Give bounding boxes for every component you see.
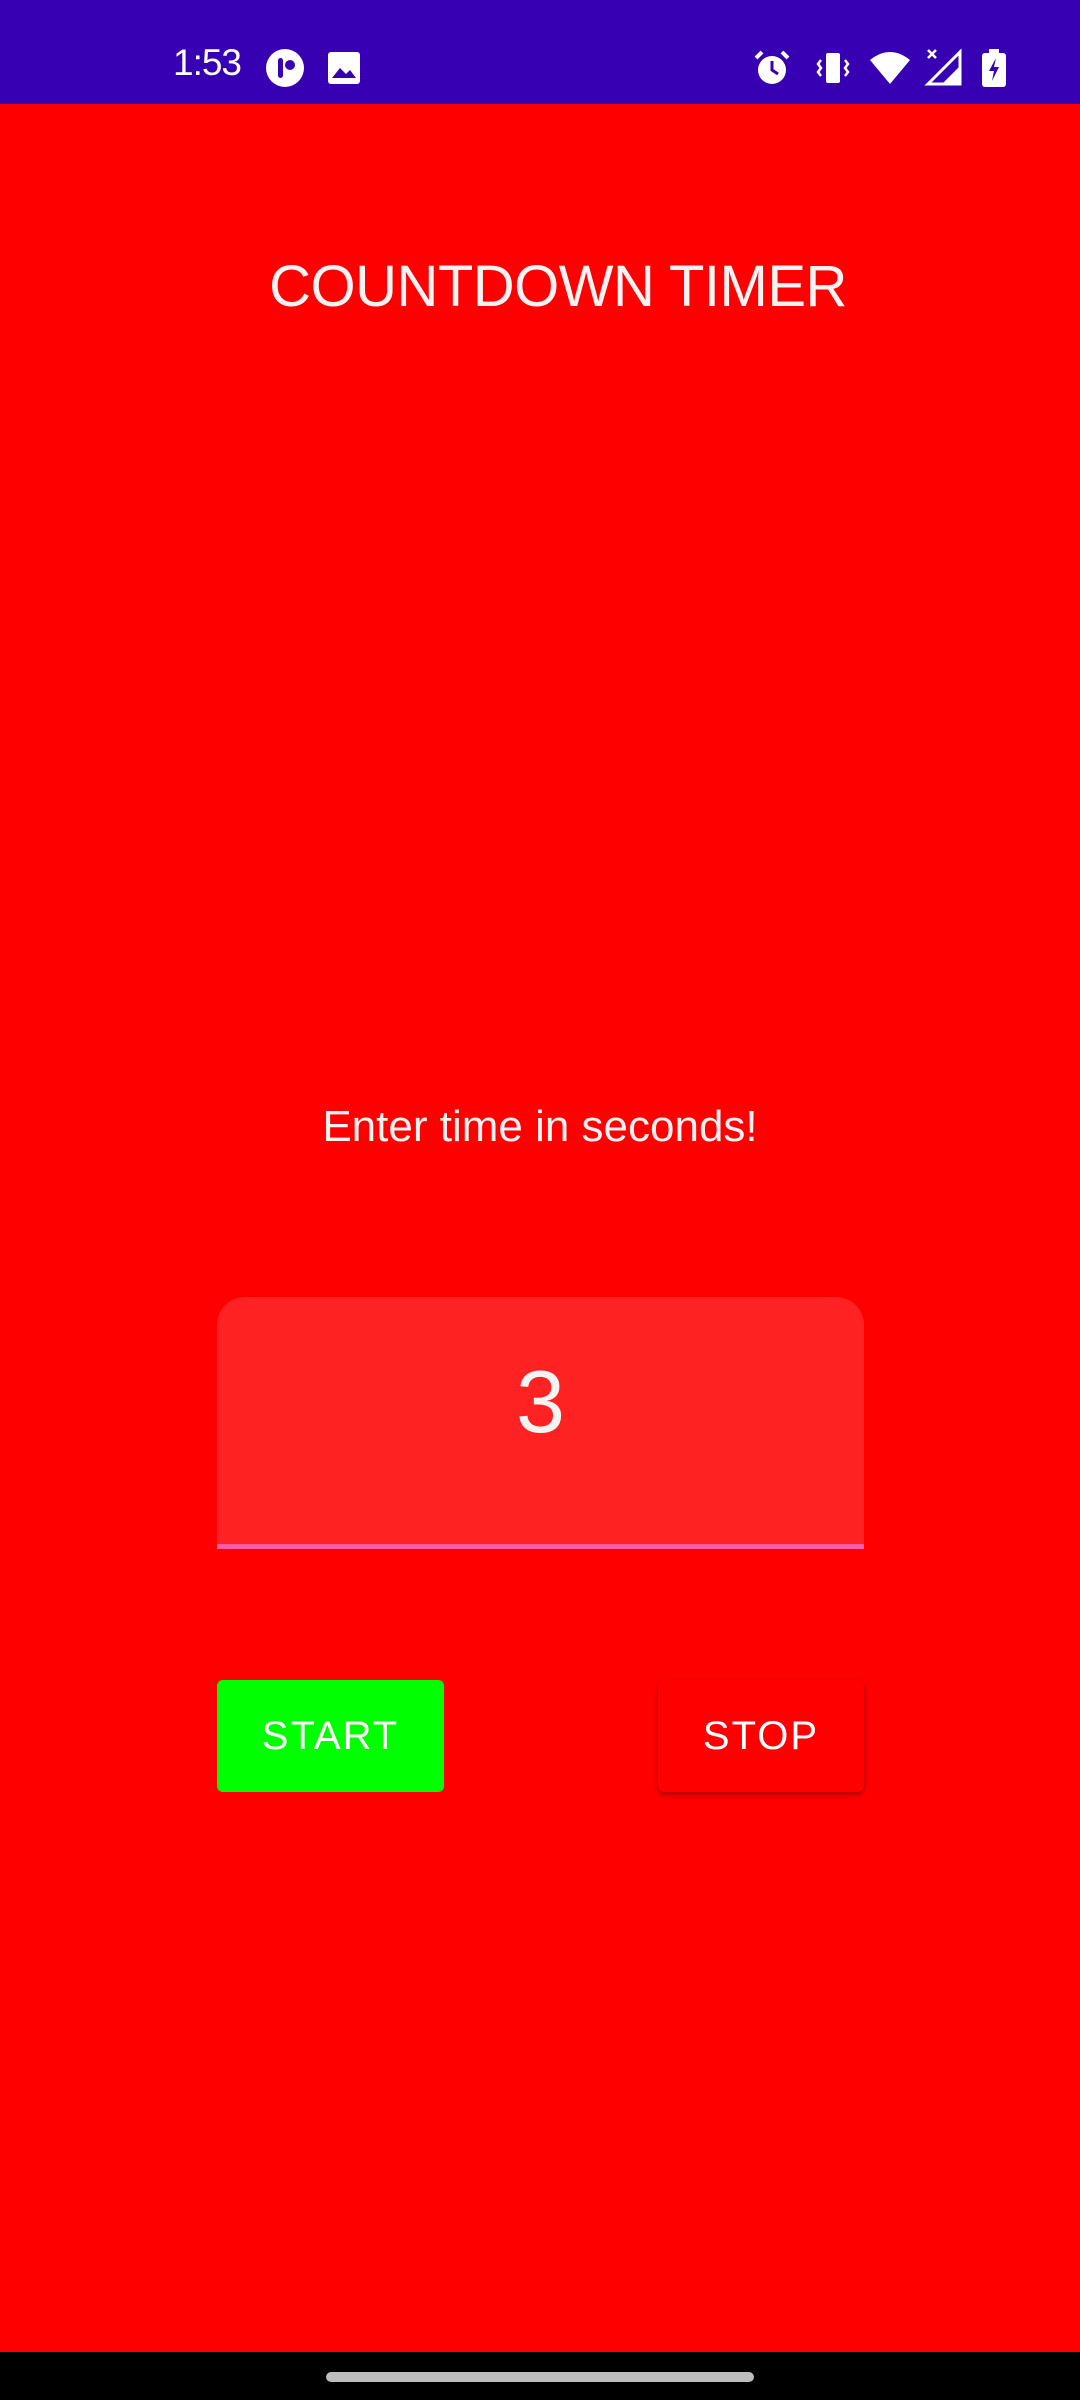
start-button[interactable]: START: [217, 1680, 444, 1792]
app-screen: COUNTDOWN TIMER Enter time in seconds! S…: [0, 104, 1080, 2352]
app-notification-icon: [265, 48, 305, 88]
time-prompt-label: Enter time in seconds!: [322, 1102, 758, 1151]
status-time: 1:53: [173, 42, 242, 83]
image-notification-icon: [326, 48, 362, 88]
signal-icon: [924, 48, 964, 88]
vibrate-icon: [813, 48, 853, 88]
page-title: COUNTDOWN TIMER: [269, 254, 847, 319]
stop-button[interactable]: STOP: [658, 1680, 864, 1792]
seconds-input[interactable]: [217, 1347, 864, 1457]
home-gesture-handle[interactable]: [326, 2372, 754, 2382]
wifi-icon: [868, 48, 912, 88]
alarm-icon: [752, 48, 792, 88]
navigation-bar: [0, 2352, 1080, 2400]
status-bar: 1:53: [0, 0, 1080, 104]
battery-charging-icon: [980, 48, 1008, 88]
time-input-field[interactable]: [217, 1297, 864, 1549]
